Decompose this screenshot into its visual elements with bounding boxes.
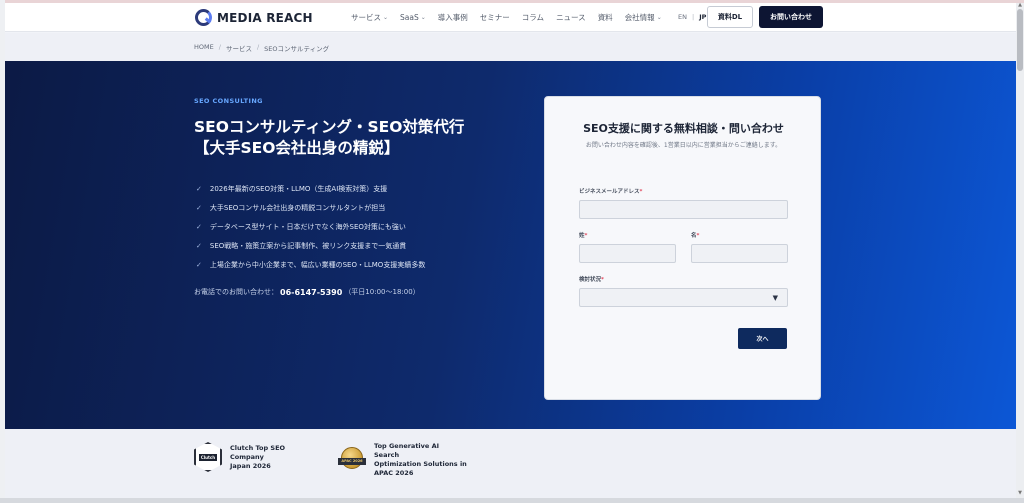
phone-number-link[interactable]: 06-6147-5390	[280, 288, 342, 297]
next-button[interactable]: 次へ	[738, 328, 787, 349]
hero-eyebrow: SEO CONSULTING	[194, 97, 263, 105]
nav-item-label: SaaS	[400, 13, 419, 22]
download-button[interactable]: 資料DL	[707, 6, 753, 28]
required-mark: *	[584, 233, 588, 239]
email-field[interactable]	[579, 200, 788, 219]
medal-ribbon-text: APAC 2026	[341, 459, 363, 463]
feature-text: 2026年最新のSEO対策・LLMO（生成AI検索対策）支援	[209, 184, 388, 193]
site-logo[interactable]: MEDIA REACH	[195, 9, 313, 26]
clutch-badge-text: Clutch	[198, 453, 218, 461]
logo-icon	[195, 9, 212, 26]
feature-text: 上場企業から中小企業まで、幅広い業種のSEO・LLMO支援実績多数	[209, 260, 426, 269]
caret-down-icon: ▼	[772, 294, 778, 302]
award-line: Company	[230, 452, 264, 461]
feature-text: 大手SEOコンサル会社出身の精鋭コンサルタントが担当	[209, 203, 386, 212]
nav-item-services[interactable]: サービス ⌄	[351, 12, 388, 23]
award-line: Clutch Top SEO	[230, 443, 286, 452]
email-label-text: ビジネスメールアドレス	[579, 189, 640, 195]
award-text: Clutch Top SEO Company Japan 2026	[230, 444, 285, 471]
first-name-field[interactable]	[691, 244, 788, 263]
status-select[interactable]: ▼	[579, 288, 788, 307]
nav-item-label: 導入事例	[437, 13, 468, 22]
breadcrumb-separator: /	[218, 43, 221, 51]
award-line: Top Generative AI	[374, 442, 440, 450]
award-line: Optimization Solutions in	[374, 460, 467, 468]
list-item: ✓ 2026年最新のSEO対策・LLMO（生成AI検索対策）支援	[196, 179, 425, 198]
main-nav: サービス ⌄ SaaS ⌄ 導入事例 セミナー コラム ニュース 資料 会社情報 ⌄	[351, 12, 674, 23]
feature-text: データベース型サイト・日本だけでなく海外SEO対策にも強い	[209, 222, 406, 231]
nav-item-label: 会社情報	[624, 13, 655, 22]
status-label: 検討状況*	[579, 275, 604, 283]
lang-separator: |	[691, 13, 695, 21]
award-line: Japan 2026	[230, 461, 271, 470]
scroll-down-icon[interactable]: ▼	[1017, 491, 1023, 496]
nav-item-case-studies[interactable]: 導入事例	[438, 12, 468, 23]
phone-contact: お電話でのお問い合わせ： 06-6147-5390 （平日10:00〜18:00…	[194, 287, 420, 297]
last-name-field[interactable]	[579, 244, 676, 263]
check-icon: ✓	[196, 260, 202, 269]
nav-item-news[interactable]: ニュース	[556, 12, 586, 23]
phone-prefix: お電話でのお問い合わせ：	[194, 288, 278, 296]
breadcrumb-home[interactable]: HOME	[194, 43, 214, 53]
breadcrumb-current: SEOコンサルティング	[264, 45, 330, 53]
breadcrumb-services[interactable]: サービス	[226, 43, 252, 53]
nav-item-columns[interactable]: コラム	[522, 12, 544, 23]
required-mark: *	[601, 277, 604, 283]
lang-jp-link[interactable]: JP	[699, 13, 706, 21]
feature-text: SEO戦略・施策立案から記事制作、被リンク支援まで一気通貫	[209, 241, 407, 250]
inquiry-form: SEO支援に関する無料相談・問い合わせ お問い合わせ内容を確認後、1営業日以内に…	[544, 96, 821, 400]
award-line: APAC 2026	[374, 469, 414, 477]
award-line: Search	[374, 451, 400, 459]
check-icon: ✓	[196, 222, 202, 231]
scroll-up-icon[interactable]: ▲	[1017, 3, 1023, 8]
phone-hours: （平日10:00〜18:00）	[344, 288, 420, 296]
award-text: Top Generative AI Search Optimization So…	[374, 442, 467, 478]
nav-item-label: サービス	[351, 13, 381, 22]
last-name-label: 姓*	[579, 231, 587, 239]
award-generative-ai: APAC 2026 Top Generative AI Search Optim…	[338, 442, 467, 478]
site-header: MEDIA REACH サービス ⌄ SaaS ⌄ 導入事例 セミナー コラム ニュ…	[5, 3, 1016, 32]
feature-list: ✓ 2026年最新のSEO対策・LLMO（生成AI検索対策）支援 ✓ 大手SEO…	[196, 179, 425, 274]
chevron-down-icon: ⌄	[420, 14, 426, 21]
hero-section: SEO CONSULTING SEOコンサルティング・SEO対策代行【大手SEO…	[5, 61, 1016, 429]
nav-item-documents[interactable]: 資料	[598, 12, 613, 23]
list-item: ✓ SEO戦略・施策立案から記事制作、被リンク支援まで一気通貫	[196, 236, 425, 255]
nav-item-company[interactable]: 会社情報 ⌄	[625, 12, 662, 23]
window-bottom-border	[0, 498, 1024, 503]
status-label-text: 検討状況	[579, 277, 602, 283]
required-mark: *	[639, 189, 643, 195]
check-icon: ✓	[196, 203, 202, 212]
chevron-down-icon: ⌄	[383, 14, 389, 21]
nav-item-label: セミナー	[479, 13, 510, 22]
required-mark: *	[696, 233, 700, 239]
list-item: ✓ 上場企業から中小企業まで、幅広い業種のSEO・LLMO支援実績多数	[196, 255, 425, 274]
nav-item-label: 資料	[597, 13, 613, 22]
email-label: ビジネスメールアドレス*	[579, 187, 642, 195]
logo-text: MEDIA REACH	[217, 10, 313, 25]
list-item: ✓ 大手SEOコンサル会社出身の精鋭コンサルタントが担当	[196, 198, 425, 217]
lang-en-link[interactable]: EN	[678, 13, 687, 21]
nav-item-label: コラム	[521, 13, 545, 22]
nav-item-saas[interactable]: SaaS ⌄	[400, 12, 426, 23]
page-title: SEOコンサルティング・SEO対策代行【大手SEO会社出身の精鋭】	[194, 118, 465, 157]
clutch-badge-icon: Clutch	[194, 442, 222, 472]
awards-section: Clutch Clutch Top SEO Company Japan 2026…	[5, 429, 1016, 498]
language-switcher: EN | JP	[678, 13, 706, 21]
form-subtitle: お問い合わせ内容を確認後、1営業日以内に営業担当からご連絡します。	[585, 142, 782, 149]
nav-item-seminars[interactable]: セミナー	[480, 12, 510, 23]
chevron-down-icon: ⌄	[656, 14, 662, 21]
nav-item-label: ニュース	[556, 13, 586, 22]
scrollbar-thumb[interactable]	[1017, 9, 1023, 71]
form-title: SEO支援に関する無料相談・問い合わせ	[583, 122, 784, 135]
first-name-label: 名*	[691, 231, 699, 239]
breadcrumb: HOME / サービス / SEOコンサルティング	[5, 33, 1016, 61]
award-clutch: Clutch Clutch Top SEO Company Japan 2026	[194, 442, 285, 472]
gold-medal-icon: APAC 2026	[338, 445, 366, 475]
check-icon: ✓	[196, 241, 202, 250]
check-icon: ✓	[196, 184, 202, 193]
page-scrollbar[interactable]: ▲ ▼	[1016, 3, 1024, 498]
contact-button[interactable]: お問い合わせ	[759, 6, 823, 28]
breadcrumb-separator: /	[256, 43, 260, 51]
list-item: ✓ データベース型サイト・日本だけでなく海外SEO対策にも強い	[196, 217, 425, 236]
